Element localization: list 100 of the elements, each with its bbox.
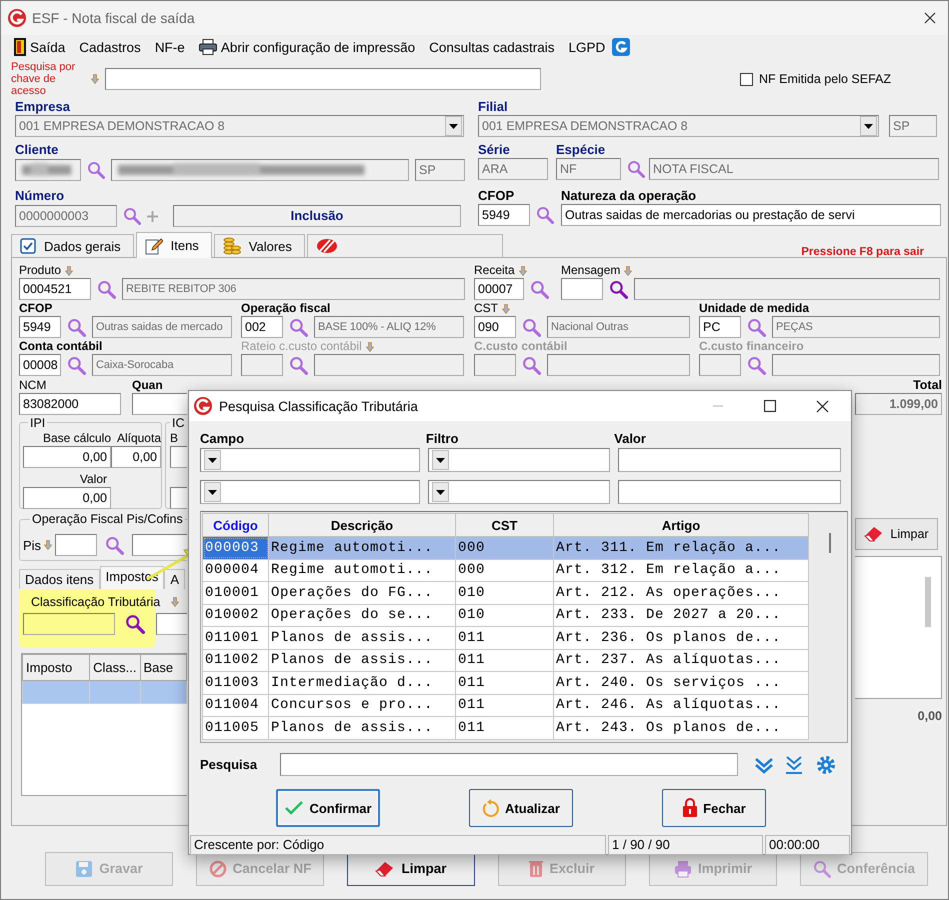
menu-item[interactable]: Cadastros [72,40,148,54]
table-row[interactable]: 011005 Planos de assis... 011 Art. 243. Os planos de... [202,716,808,739]
input-field[interactable]: PC [699,316,741,338]
search-icon[interactable] [87,161,105,179]
scrollbar-thumb[interactable] [925,577,931,627]
close-icon[interactable] [816,400,829,412]
input-field[interactable] [241,354,283,376]
table-row[interactable]: 011003 Intermediação d... 011 Art. 240. Os serviços ... [202,672,808,694]
input-field[interactable] [772,354,940,376]
input-field[interactable] [55,534,98,556]
input-field[interactable]: 00008 [19,354,61,376]
input-field[interactable]: 00007 [474,278,524,300]
input-field[interactable]: Outras saidas de mercadorias ou prestação de servi [561,204,941,226]
tab[interactable]: Dados itens [19,569,100,589]
table-row[interactable]: 010002 Operações do se... 010 Art. 233. De 2027 a 20... [202,604,808,626]
input-field[interactable]: NF [556,158,621,180]
dropdown[interactable]: 001 EMPRESA DEMONSTRACAO 8 [15,115,464,137]
column-header[interactable]: Imposto [22,654,90,680]
menu-item[interactable]: Abrir configuração de impressão [192,39,422,55]
search-icon[interactable] [67,356,86,374]
table-row[interactable]: 011001 Planos de assis... 011 Art. 236. Os planos de... [202,626,808,649]
search-icon[interactable] [289,356,308,374]
menu-item[interactable]: Consultas cadastrais [422,40,562,54]
input-field[interactable] [561,278,603,300]
clear-button[interactable]: Limpar [347,852,475,886]
table-row[interactable]: 010001 Operações do FG... 010 Art. 212. As operações... [202,582,808,604]
input-field[interactable]: BASE 100% - ALIQ 12% [314,316,464,338]
input-field[interactable]: REBITE REBITOP 306 [122,278,465,300]
column-header[interactable]: Código [202,514,268,536]
input-field[interactable]: PEÇAS [772,316,940,338]
input-field[interactable]: 0004521 [19,278,91,300]
table-row[interactable]: 000003 Regime automoti... 000 Art. 311. Em relação a... [202,536,808,559]
menu-item[interactable]: Saída [7,38,72,56]
input-field[interactable]: 0000000003 [15,205,117,227]
input-field[interactable] [314,354,464,376]
scrollbar-thumb[interactable] [829,533,831,553]
input-field[interactable]: 5949 [478,204,530,226]
menu-item[interactable]: LGPD [561,40,612,54]
search-icon[interactable] [747,356,766,374]
dropdown[interactable] [428,480,610,504]
search-field[interactable] [280,753,738,776]
close-icon[interactable] [924,12,936,24]
column-header[interactable]: Base [140,654,186,680]
column-header[interactable]: CST [456,514,554,536]
input-field[interactable] [105,68,541,90]
input-field[interactable]: ARA [478,158,548,180]
input-field[interactable]: 002 [241,316,283,338]
input-field[interactable]: SP [415,159,465,181]
dropdown[interactable] [200,448,420,472]
search-icon[interactable] [67,318,86,336]
search-icon[interactable] [289,318,308,336]
search-icon[interactable] [105,536,124,554]
chevron-bar-icon[interactable] [784,754,804,774]
input-field[interactable] [618,480,841,504]
input-field[interactable] [547,354,690,376]
input-field[interactable]: Caixa-Sorocaba [92,354,232,376]
dropdown[interactable] [428,448,610,472]
column-header[interactable]: Class... [90,654,140,680]
lock-button[interactable]: Fechar [662,789,766,827]
search-icon[interactable] [123,207,141,225]
confirm-button[interactable]: Confirmar [276,789,380,827]
clear-button[interactable]: Limpar [855,518,938,550]
table-row[interactable]: 000004 Regime automoti... 000 Art. 312. Em relação a... [202,559,808,582]
search-icon[interactable] [530,280,549,298]
search-icon[interactable] [747,318,766,336]
tab[interactable]: Dados gerais [11,234,134,257]
input-field[interactable] [618,448,841,472]
input-field[interactable] [132,534,187,556]
app-icon[interactable] [612,38,630,56]
search-icon[interactable] [609,280,628,298]
input-field[interactable] [132,393,187,415]
input-field[interactable] [474,354,516,376]
search-icon[interactable] [522,318,541,336]
input-field[interactable]: 0,00 [23,487,111,509]
input-field[interactable]: 0,00 [23,446,111,468]
input-field[interactable]: 1.099,00 [855,393,942,415]
input-field[interactable]: 0,00 [111,446,161,468]
settings-icon[interactable] [816,754,836,774]
tab[interactable]: Itens [136,232,212,258]
search-icon[interactable] [627,160,645,178]
tab[interactable] [306,234,503,257]
table-row[interactable]: 011004 Concursos e pro... 011 Art. 246. As alíquotas... [202,694,808,716]
maximize-icon[interactable] [764,400,776,412]
tab[interactable]: Valores [214,234,305,257]
checkbox[interactable] [740,72,753,86]
tab[interactable]: A [164,569,186,589]
input-field[interactable]: NOTA FISCAL [649,158,939,180]
dropdown[interactable] [200,480,420,504]
input-field[interactable]: 83082000 [19,393,121,415]
table-row[interactable]: 011002 Planos de assis... 011 Art. 237. As alíquotas... [202,649,808,672]
input-field[interactable]: 090 [474,316,516,338]
input-field[interactable] [699,354,741,376]
input-field[interactable] [156,613,187,635]
input-field[interactable] [634,278,940,300]
menu-item[interactable]: NF-e [148,40,192,54]
search-icon[interactable] [97,280,116,298]
plus-icon[interactable] [147,210,158,222]
dropdown[interactable]: 001 EMPRESA DEMONSTRACAO 8 [478,115,879,137]
column-header[interactable]: Artigo [554,514,808,536]
input-field[interactable] [23,613,115,635]
